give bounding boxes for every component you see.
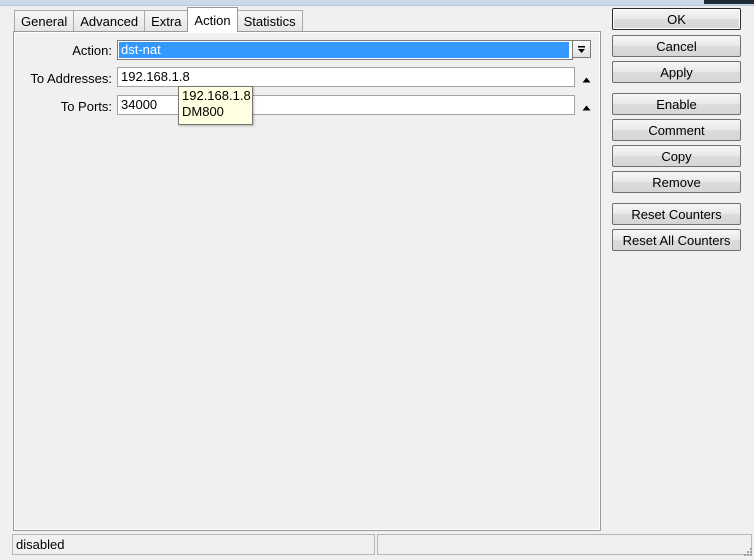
status-secondary bbox=[377, 534, 752, 555]
action-dropdown-button[interactable] bbox=[572, 40, 591, 58]
dropdown-arrow-icon bbox=[577, 42, 586, 57]
action-label: Action: bbox=[72, 43, 112, 58]
tab-bar: General Advanced Extra Action Statistics bbox=[14, 7, 303, 32]
reset-all-counters-button[interactable]: Reset All Counters bbox=[612, 229, 741, 251]
action-select-value: dst-nat bbox=[119, 42, 569, 58]
reset-counters-button[interactable]: Reset Counters bbox=[612, 203, 741, 225]
to-ports-label: To Ports: bbox=[60, 99, 112, 114]
window-corner bbox=[704, 0, 754, 4]
tab-content-panel: Action: dst-nat To Addresses: 192.168.1.… bbox=[13, 31, 601, 531]
to-ports-collapse-button[interactable] bbox=[581, 101, 591, 111]
rule-window: General Advanced Extra Action Statistics… bbox=[0, 0, 754, 560]
ok-button[interactable]: OK bbox=[612, 8, 741, 30]
up-arrow-icon bbox=[582, 71, 591, 86]
resize-grip-icon[interactable] bbox=[742, 544, 752, 556]
copy-button[interactable]: Copy bbox=[612, 145, 741, 167]
to-addresses-label: To Addresses: bbox=[30, 71, 112, 86]
action-select[interactable]: dst-nat bbox=[117, 40, 573, 60]
tab-action[interactable]: Action bbox=[187, 7, 238, 32]
status-bar: disabled bbox=[12, 534, 754, 556]
tab-extra[interactable]: Extra bbox=[144, 10, 189, 32]
tab-advanced[interactable]: Advanced bbox=[73, 10, 146, 32]
panel-background: Action: dst-nat To Addresses: 192.168.1.… bbox=[15, 33, 599, 529]
tab-statistics[interactable]: Statistics bbox=[236, 10, 303, 32]
cancel-button[interactable]: Cancel bbox=[612, 35, 741, 57]
remove-button[interactable]: Remove bbox=[612, 171, 741, 193]
tab-general[interactable]: General bbox=[14, 10, 75, 32]
to-addresses-input[interactable]: 192.168.1.8 bbox=[117, 67, 575, 87]
comment-button[interactable]: Comment bbox=[612, 119, 741, 141]
tooltip-line-name: DM800 bbox=[182, 104, 224, 119]
status-text: disabled bbox=[12, 534, 375, 555]
up-arrow-icon bbox=[582, 99, 591, 114]
window-frame-top bbox=[0, 0, 754, 6]
to-addresses-collapse-button[interactable] bbox=[581, 73, 591, 83]
address-tooltip: 192.168.1.8 DM800 bbox=[178, 86, 253, 125]
apply-button[interactable]: Apply bbox=[612, 61, 741, 83]
tooltip-line-ip: 192.168.1.8 bbox=[182, 88, 251, 103]
enable-button[interactable]: Enable bbox=[612, 93, 741, 115]
